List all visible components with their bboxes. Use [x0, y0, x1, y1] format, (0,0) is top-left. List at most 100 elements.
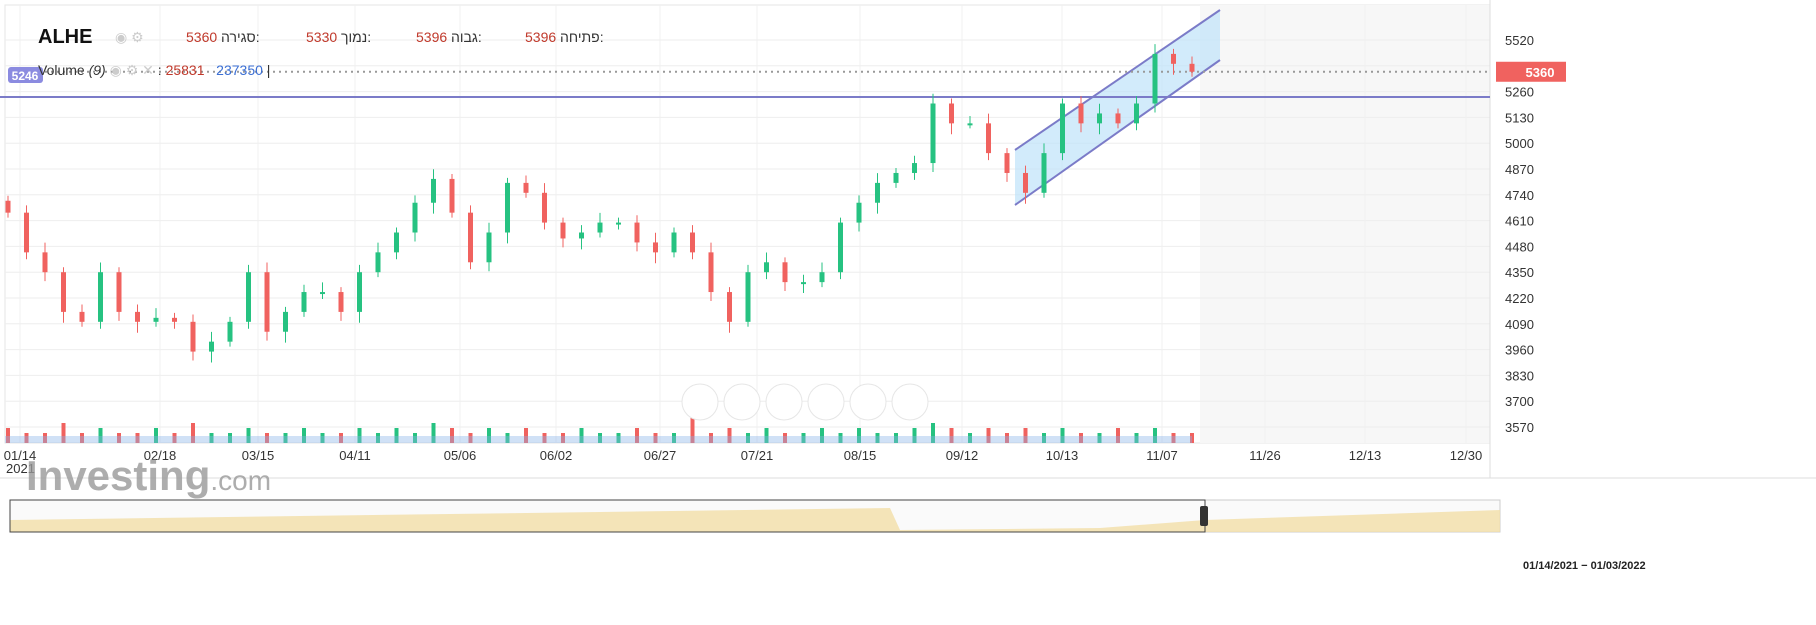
candle-body [782, 262, 788, 283]
hline-price-label: 5246 [12, 69, 39, 83]
last-price-label: 5360 [1526, 65, 1555, 80]
x-tick-label: 10/13 [1046, 448, 1079, 463]
candle-body [394, 232, 399, 253]
y-tick-label: 3570 [1505, 420, 1534, 435]
zoom-control-button[interactable] [765, 383, 803, 421]
candle-body [190, 321, 196, 352]
candle-body [24, 212, 29, 253]
y-tick-label: 4740 [1505, 188, 1534, 203]
candle-body [838, 222, 843, 273]
volume-legend: Volume (9) ◉ ⚙ ✕ : 25831 237350 | [38, 62, 271, 78]
candle-body [375, 252, 381, 273]
candle-body [79, 311, 85, 322]
candle-body [801, 282, 806, 285]
y-tick-label: 3700 [1505, 394, 1534, 409]
y-tick-label: 5000 [1505, 136, 1534, 151]
ohlc-close: 5360 סגירה: [186, 29, 260, 45]
candle-body [61, 272, 66, 312]
volume-controls-icon[interactable]: ◉ ⚙ ✕ [110, 62, 154, 78]
navigator-handle[interactable] [1200, 506, 1208, 526]
candle-body [634, 222, 640, 243]
candle-body [116, 272, 122, 312]
y-tick-label: 4220 [1505, 291, 1534, 306]
candle-body [967, 123, 973, 126]
zoom-control-button[interactable] [723, 383, 761, 421]
symbol-label: ALHE [38, 26, 93, 48]
candle-body [1004, 153, 1010, 173]
candle-body [301, 292, 307, 312]
candle-body [338, 292, 344, 312]
x-tick-label: 11/26 [1249, 448, 1281, 463]
candle-body [1060, 103, 1065, 154]
candle-body [708, 252, 714, 293]
candle-body [5, 200, 11, 213]
x-tick-label: 06/27 [644, 448, 677, 463]
candle-body [98, 272, 103, 322]
x-tick-label: 12/13 [1349, 448, 1382, 463]
candle-body [357, 272, 362, 312]
candle-body [523, 182, 529, 193]
candle-body [1171, 53, 1176, 64]
y-tick-label: 3960 [1505, 343, 1534, 358]
candle-body [431, 178, 436, 203]
zoom-control-button[interactable] [891, 383, 929, 421]
candle-body [320, 292, 325, 295]
future-area [1200, 5, 1490, 443]
candle-body [468, 212, 473, 263]
candle-body [819, 272, 825, 283]
candle-body [505, 182, 510, 233]
candle-body [135, 311, 140, 322]
x-tick-label: 05/06 [444, 448, 477, 463]
candle-body [1097, 113, 1102, 124]
y-tick-label: 5130 [1505, 110, 1534, 125]
investing-logo: Investing.com [26, 452, 272, 499]
candle-body [1152, 53, 1158, 104]
candle-body [949, 103, 954, 124]
candle-body [875, 182, 880, 203]
candle-body [264, 272, 270, 332]
candle-body [42, 252, 48, 273]
candle-body [579, 232, 584, 239]
y-tick-label: 3830 [1505, 368, 1534, 383]
candle-body [912, 163, 917, 173]
candle-body [486, 232, 492, 263]
navigator-range: 01/14/2021 − 01/03/2022 [1523, 560, 1646, 572]
zoom-control-button[interactable] [681, 383, 719, 421]
candle-body [930, 103, 936, 164]
candle-body [856, 202, 862, 223]
candle-body [986, 123, 991, 154]
candle-body [1023, 172, 1028, 193]
candle-body [727, 292, 732, 322]
candle-body [283, 311, 288, 332]
x-tick-label: 04/11 [339, 448, 371, 463]
candle-body [449, 178, 455, 213]
zoom-control-button[interactable] [807, 383, 845, 421]
candle-body [893, 172, 899, 183]
x-tick-label: 07/21 [741, 448, 774, 463]
y-tick-label: 4350 [1505, 265, 1534, 280]
ohlc-low: 5330 נמוך: [306, 29, 372, 45]
y-tick-label: 4090 [1505, 317, 1534, 332]
y-tick-label: 5260 [1505, 85, 1534, 100]
y-tick-label: 5520 [1505, 33, 1534, 48]
eye-icon[interactable]: ◉ ⚙ [115, 29, 144, 46]
candle-body [616, 222, 621, 225]
candle-body [1134, 103, 1139, 124]
candle-body [671, 232, 677, 253]
candle-body [1041, 153, 1047, 193]
ohlc-high: 5396 גבוה: [416, 29, 482, 45]
price-chart[interactable]: 5520539052605130500048704740461044804350… [0, 0, 1816, 625]
candle-body [542, 192, 547, 223]
candle-body [597, 222, 603, 233]
candle-body [172, 317, 177, 322]
candle-body [209, 341, 214, 352]
candle-body [153, 317, 159, 322]
candle-body [560, 222, 566, 239]
zoom-control-button[interactable] [849, 383, 887, 421]
candle-body [653, 242, 658, 253]
candle-body [412, 202, 418, 233]
candle-body [227, 321, 233, 342]
candle-body [1078, 103, 1084, 124]
x-tick-label: 12/30 [1450, 448, 1483, 463]
x-tick-label: 08/15 [844, 448, 877, 463]
